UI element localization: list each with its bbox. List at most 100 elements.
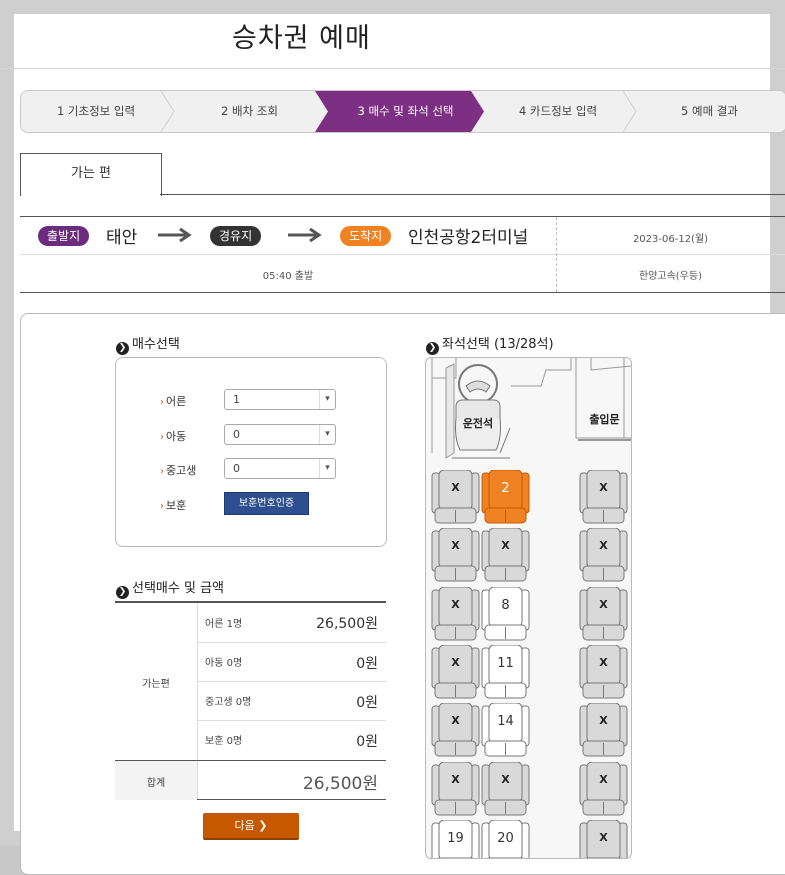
entrance-door-label: 출입문 — [589, 413, 620, 426]
destination-badge: 도착지 — [340, 226, 392, 246]
total-value: 26,500원 — [302, 774, 378, 794]
adult-label: › 어른 — [160, 395, 187, 408]
step-3: 3 매수 및 좌석 선택 — [357, 104, 454, 118]
top-frame — [0, 0, 785, 14]
step-4: 4 카드정보 입력 — [518, 104, 598, 118]
seat-icon — [481, 469, 530, 524]
teen-count-select[interactable]: 0 ▾ — [224, 458, 336, 479]
price-heading: ❯ 선택매수 및 금액 — [116, 577, 224, 599]
seat-icon — [431, 702, 480, 757]
seat-icon — [431, 469, 480, 524]
seat-number: X — [599, 597, 608, 611]
seat-icon — [579, 586, 628, 641]
seat-available[interactable]: 14 — [481, 702, 530, 758]
seat-icon — [579, 761, 628, 815]
seat-number: X — [599, 772, 608, 786]
bus-company: 한양고속(우등) — [638, 271, 702, 282]
seat-number: 2 — [501, 481, 510, 496]
seat-number: X — [451, 714, 460, 728]
tab-underline — [160, 194, 785, 195]
seat-heading: ❯ 좌석선택 (13/28석) — [426, 333, 554, 355]
chevron-right-icon: ❯ — [116, 342, 129, 355]
seat-taken: X — [579, 527, 628, 583]
chevron-down-icon: ▾ — [319, 425, 335, 444]
seat-taken: X — [481, 527, 530, 583]
seat-taken: X — [431, 702, 480, 758]
child-label: › 아동 — [160, 430, 187, 443]
price-row-value: 0원 — [356, 734, 378, 750]
seat-icon — [481, 586, 530, 641]
seat-icon — [481, 702, 530, 757]
seat-number: X — [451, 597, 460, 611]
veteran-verify-button[interactable]: 보훈번호인증 — [224, 492, 309, 515]
price-group-label: 가는편 — [142, 679, 170, 690]
price-row-label: 중고생 0명 — [205, 697, 252, 708]
travel-date: 2023-06-12(월) — [632, 234, 709, 245]
price-table: 가는편 어른 1명 26,500원 아동 0명 0원 중고생 0명 0원 보훈 … — [115, 601, 386, 800]
seat-taken: X — [579, 469, 628, 525]
seat-taken: X — [579, 761, 628, 817]
seat-selected[interactable]: 2 — [481, 469, 530, 525]
seat-taken: X — [431, 644, 480, 700]
route-row-divider — [20, 254, 785, 255]
seat-taken: X — [431, 469, 480, 525]
seat-icon — [481, 761, 530, 815]
seat-number: X — [599, 655, 608, 669]
row-divider — [198, 681, 386, 682]
destination-name: 인천공항2터미널 — [408, 228, 529, 248]
veteran-label: › 보훈 — [160, 499, 187, 512]
chevron-down-icon: ▾ — [319, 459, 335, 478]
seat-number: X — [451, 481, 460, 494]
seat-taken: X — [431, 527, 480, 583]
seat-number: X — [599, 714, 608, 728]
chevron-right-icon: ❯ — [426, 342, 439, 355]
seat-taken: X — [481, 761, 530, 817]
header-divider — [0, 68, 785, 69]
seat-number: 8 — [501, 597, 510, 613]
seat-number: 19 — [447, 830, 464, 846]
seat-number: X — [599, 830, 608, 844]
seat-icon — [481, 527, 530, 582]
step-5: 5 예매 결과 — [681, 104, 738, 118]
price-row-label: 아동 0명 — [205, 658, 243, 669]
seat-number: X — [501, 539, 510, 553]
seat-available[interactable]: 8 — [481, 586, 530, 642]
route-table: 출발지 태안 경유지 도착지 인천공항2터미널 2023-06-12(월) 05… — [20, 216, 785, 293]
seat-taken: X — [579, 586, 628, 642]
progress-steps: 1 기초정보 입력 2 배차 조회 3 매수 및 좌석 선택 4 카드정보 입력… — [20, 90, 785, 133]
seat-icon — [579, 644, 628, 699]
seat-number: 20 — [497, 830, 514, 846]
total-label: 합계 — [146, 778, 166, 789]
price-row-value: 0원 — [356, 695, 378, 711]
quantity-box — [115, 357, 387, 547]
origin-badge: 출발지 — [38, 226, 90, 246]
adult-count-select[interactable]: 1 ▾ — [224, 389, 336, 410]
chevron-right-icon: ❯ — [116, 586, 129, 599]
price-row-value: 0원 — [356, 656, 378, 672]
row-divider — [198, 720, 386, 721]
seat-number: X — [451, 539, 460, 553]
step-2: 2 배차 조회 — [221, 104, 278, 118]
seat-available[interactable]: 20 — [481, 819, 530, 858]
price-total-row: 합계 26,500원 — [115, 760, 386, 800]
seat-number: 14 — [497, 714, 514, 730]
seat-number: X — [451, 655, 460, 669]
seat-available[interactable]: 11 — [481, 644, 530, 700]
tab-outbound[interactable]: 가는 편 — [20, 153, 162, 196]
child-count-select[interactable]: 0 ▾ — [224, 424, 336, 445]
left-frame — [0, 14, 14, 846]
seat-number: X — [501, 772, 510, 786]
seat-taken: X — [431, 586, 480, 642]
seat-taken: X — [431, 761, 480, 817]
seat-available[interactable]: 19 — [431, 819, 480, 858]
seat-icon — [579, 527, 628, 582]
seat-map: 운전석 출입문 X 2 X X X X X 8 X X 11 X X 14 X X X X 19 20 X — [425, 357, 632, 859]
next-button[interactable]: 다음 ❯ — [203, 813, 299, 840]
driver-seat-label: 운전석 — [462, 417, 494, 430]
seat-number: X — [451, 772, 460, 786]
seat-icon — [431, 586, 480, 641]
chevron-down-icon: ▾ — [319, 390, 335, 409]
price-row-label: 보훈 0명 — [205, 736, 243, 747]
page: 승차권 예매 1 기초정보 입력 2 배차 조회 3 매수 및 좌석 선택 4 … — [0, 0, 785, 875]
quantity-heading: ❯ 매수선택 — [116, 333, 180, 355]
